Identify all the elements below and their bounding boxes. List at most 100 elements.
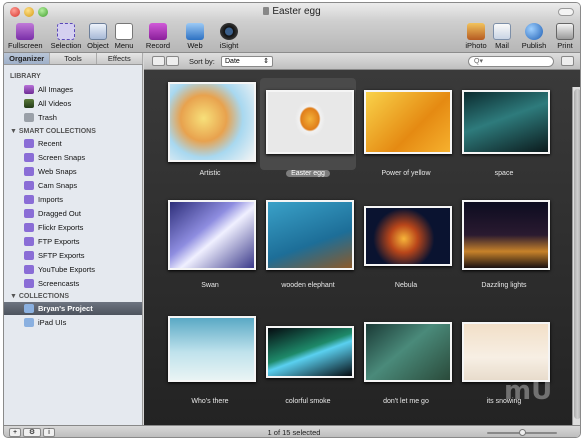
smart-folder-icon [24,167,34,176]
vertical-scrollbar[interactable] [572,87,580,437]
publish-button[interactable]: Publish [520,23,548,50]
thumbnail-dazzling-lights[interactable]: Dazzling lights [456,198,552,308]
sidebar-item-imports[interactable]: Imports [4,193,142,206]
sidebar-item-ipad-uis[interactable]: iPad UIs [4,316,142,329]
sidebar-item-recent[interactable]: Recent [4,137,142,150]
sidebar-item-screencasts[interactable]: Screencasts [4,277,142,290]
smart-folder-icon [24,237,34,246]
zoom-slider[interactable] [487,429,557,436]
thumbnail-nebula[interactable]: Nebula [358,198,454,308]
close-window-button[interactable] [10,7,20,17]
print-button[interactable]: Print [554,23,576,50]
print-label: Print [557,41,573,50]
web-label: Web [187,41,203,50]
selection-button[interactable]: Selection [48,23,84,50]
gear-menu-button[interactable]: ⚙ [23,428,41,437]
isight-button[interactable]: iSight [216,23,242,50]
sidebar-item-flickr-exports[interactable]: Flickr Exports [4,221,142,234]
thumbnail-space[interactable]: space [456,78,552,188]
info-button[interactable]: i [43,428,55,437]
watermark-logo: mU [504,376,553,406]
sidebar-item-cam-snaps[interactable]: Cam Snaps [4,179,142,192]
sidebar-item-bryans-project[interactable]: Bryan's Project [4,302,142,315]
tab-effects[interactable]: Effects [97,53,143,64]
menu-button[interactable]: Menu [113,23,135,50]
thumbnail-whos-there[interactable]: Who's there [162,314,258,424]
iphoto-icon [467,23,485,40]
isight-label: iSight [219,41,239,50]
thumbnail-its-snowing[interactable]: its snowing [456,314,552,424]
sidebar-item-label: Flickr Exports [38,223,84,232]
thumbnail-colorful-smoke[interactable]: colorful smoke [260,314,356,424]
info-panel-button[interactable] [561,56,574,66]
menu-icon [115,23,133,40]
zoom-slider-knob[interactable] [518,429,526,436]
menu-label: Menu [114,41,134,50]
smart-folder-icon [24,153,34,162]
videos-icon [24,99,34,108]
thumbnail-caption: colorful smoke [285,398,331,405]
thumbnail-caption: Who's there [191,398,229,405]
sidebar-item-youtube-exports[interactable]: YouTube Exports [4,263,142,276]
sort-select[interactable]: Date ⇕ [221,56,273,67]
toolbar-toggle-button[interactable] [558,8,574,16]
zoom-window-button[interactable] [38,7,48,17]
sidebar-item-ftp-exports[interactable]: FTP Exports [4,235,142,248]
toolbar: Fullscreen Selection Object Menu Record … [4,21,580,53]
thumbnail-caption: Easter egg [260,170,356,177]
gear-icon: ⚙ [28,429,36,436]
sidebar-item-screen-snaps[interactable]: Screen Snaps [4,151,142,164]
sidebar-item-sftp-exports[interactable]: SFTP Exports [4,249,142,262]
sidebar-item-all-images[interactable]: All Images [4,83,142,96]
sidebar-item-web-snaps[interactable]: Web Snaps [4,165,142,178]
smart-folder-icon [24,195,34,204]
sidebar-item-label: All Videos [38,99,72,108]
record-button[interactable]: Record [144,23,172,50]
library-header: LIBRARY [10,73,41,80]
minimize-window-button[interactable] [24,7,34,17]
add-button[interactable]: + [9,428,21,437]
sidebar-item-trash[interactable]: Trash [4,111,142,124]
thumbnail-image [462,90,550,154]
selection-status: 1 of 15 selected [267,428,321,437]
thumbnail-image [168,82,256,162]
smart-collections-header: ▼ SMART COLLECTIONS [10,128,96,135]
sidebar-item-dragged-out[interactable]: Dragged Out [4,207,142,220]
web-button[interactable]: Web [184,23,206,50]
thumbnail-image [462,200,550,270]
object-button[interactable]: Object [86,23,110,50]
sidebar-item-label: Trash [38,113,57,122]
disclosure-triangle-icon[interactable]: ▼ [10,128,19,135]
iphoto-button[interactable]: iPhoto [464,23,488,50]
smart-folder-icon [24,139,34,148]
tab-organizer[interactable]: Organizer [4,53,51,64]
thumbnail-easter-egg[interactable]: Easter egg [260,78,356,188]
sidebar-item-label: Cam Snaps [38,181,78,190]
sidebar-item-all-videos[interactable]: All Videos [4,97,142,110]
smart-folder-icon [24,265,34,274]
publish-label: Publish [521,41,547,50]
thumbnail-image [266,200,354,270]
camera-icon [220,23,238,40]
thumbnail-image [168,200,256,270]
tab-tools[interactable]: Tools [50,53,97,64]
grid-view-button[interactable] [152,56,165,66]
thumbnail-artistic[interactable]: Artistic [162,78,258,188]
thumbnail-caption: don't let me go [383,398,429,405]
thumbnail-power-of-yellow[interactable]: Power of yellow [358,78,454,188]
search-input[interactable]: Q▾ [468,56,554,67]
fullscreen-button[interactable]: Fullscreen [8,23,43,50]
thumbnail-swan[interactable]: Swan [162,198,258,308]
list-view-button[interactable] [166,56,179,66]
mail-button[interactable]: Mail [491,23,513,50]
disclosure-triangle-icon[interactable]: ▼ [10,293,19,300]
thumbnail-image [168,316,256,382]
globe-icon [525,23,543,40]
object-label: Object [87,41,109,50]
thumbnail-dont-let-me-go[interactable]: don't let me go [358,314,454,424]
scrollbar-thumb[interactable] [574,89,580,419]
sidebar: LIBRARY All Images All Videos Trash ▼ SM… [4,65,143,425]
app-window: Easter egg Fullscreen Selection Object M… [3,2,581,438]
sidebar-item-label: Recent [38,139,62,148]
thumbnail-wooden-elephant[interactable]: wooden elephant [260,198,356,308]
